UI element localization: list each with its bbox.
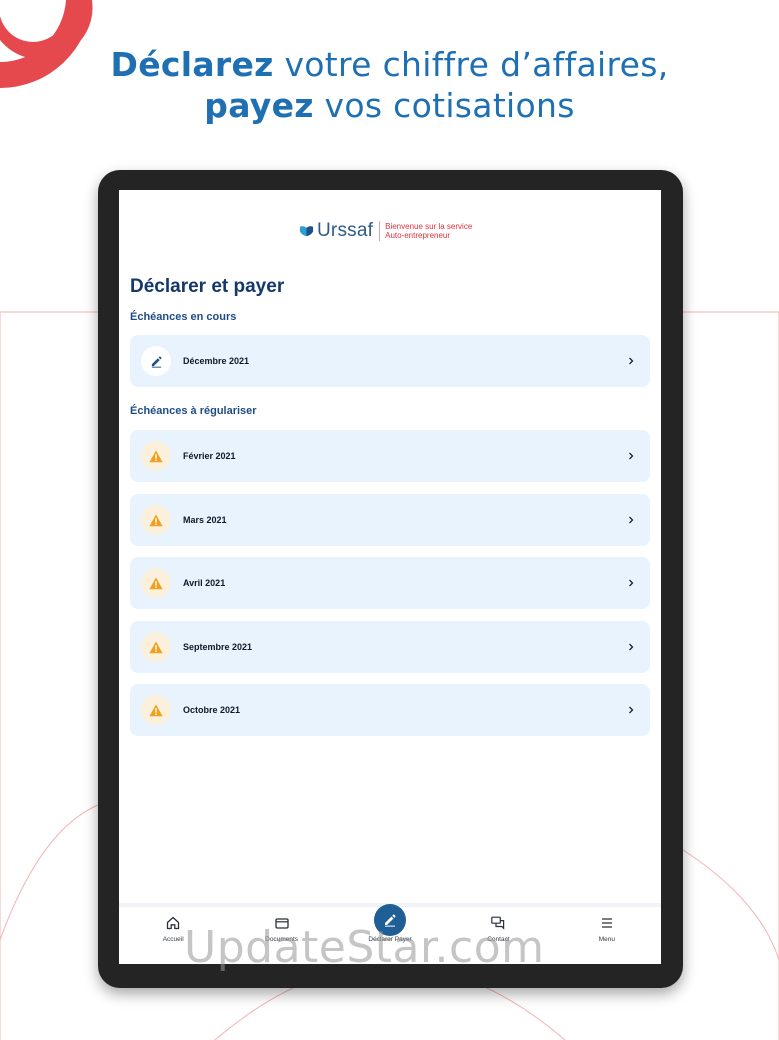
overdue-item-label: Mars 2021 bbox=[183, 515, 227, 525]
headline-bold-1: Déclarez bbox=[110, 45, 274, 84]
due-item-label: Décembre 2021 bbox=[183, 356, 250, 366]
overdue-item-mars-2021[interactable]: Mars 2021 bbox=[130, 494, 650, 546]
urssaf-logo-icon bbox=[299, 225, 314, 236]
page-title: Déclarer et payer bbox=[130, 276, 285, 297]
warning-icon bbox=[141, 695, 171, 725]
tab-menu[interactable]: Menu bbox=[553, 907, 661, 964]
logo-tagline-1: Bienvenue sur la service bbox=[385, 222, 473, 231]
warning-icon bbox=[141, 441, 171, 471]
watermark: UpdateStar.com bbox=[184, 922, 545, 973]
urssaf-logo: Urssaf Bienvenue sur la service Auto-ent… bbox=[299, 220, 472, 242]
warning-icon bbox=[141, 632, 171, 662]
chevron-right-icon bbox=[629, 643, 634, 651]
logo-wordmark: Urssaf bbox=[317, 220, 374, 241]
app-screen: Urssaf Bienvenue sur la service Auto-ent… bbox=[119, 190, 661, 964]
chevron-right-icon bbox=[629, 516, 634, 524]
overdue-item-label: Septembre 2021 bbox=[183, 642, 253, 652]
overdue-item-fevrier-2021[interactable]: Février 2021 bbox=[130, 430, 650, 482]
overdue-item-label: Février 2021 bbox=[183, 451, 236, 461]
edit-icon bbox=[141, 346, 171, 376]
headline-text-2: vos cotisations bbox=[313, 86, 575, 125]
overdue-item-label: Octobre 2021 bbox=[183, 705, 241, 715]
warning-icon bbox=[141, 505, 171, 535]
tab-label: Accueil bbox=[162, 936, 184, 943]
chevron-right-icon bbox=[629, 706, 634, 714]
headline-bold-2: payez bbox=[204, 86, 314, 125]
section-current-heading: Échéances en cours bbox=[130, 311, 237, 323]
overdue-item-septembre-2021[interactable]: Septembre 2021 bbox=[130, 621, 650, 673]
tab-label: Menu bbox=[598, 936, 615, 943]
logo-tagline: Bienvenue sur la service Auto-entreprene… bbox=[385, 222, 472, 240]
overdue-item-avril-2021[interactable]: Avril 2021 bbox=[130, 557, 650, 609]
chevron-right-icon bbox=[629, 579, 634, 587]
overdue-item-octobre-2021[interactable]: Octobre 2021 bbox=[130, 684, 650, 736]
home-icon bbox=[167, 916, 180, 930]
overdue-item-label: Avril 2021 bbox=[183, 578, 226, 588]
logo-tagline-2: Auto-entrepreneur bbox=[385, 231, 451, 240]
section-overdue-heading: Échéances à régulariser bbox=[130, 405, 257, 417]
chevron-right-icon bbox=[629, 452, 634, 460]
chevron-right-icon bbox=[629, 357, 634, 365]
logo-divider bbox=[379, 221, 381, 241]
due-item-decembre-2021[interactable]: Décembre 2021 bbox=[130, 335, 650, 387]
headline-text-1: votre chiffre d’affaires, bbox=[273, 45, 669, 84]
menu-icon bbox=[601, 918, 612, 928]
marketing-headline: Déclarez votre chiffre d’affaires, payez… bbox=[0, 44, 779, 126]
warning-icon bbox=[141, 568, 171, 598]
